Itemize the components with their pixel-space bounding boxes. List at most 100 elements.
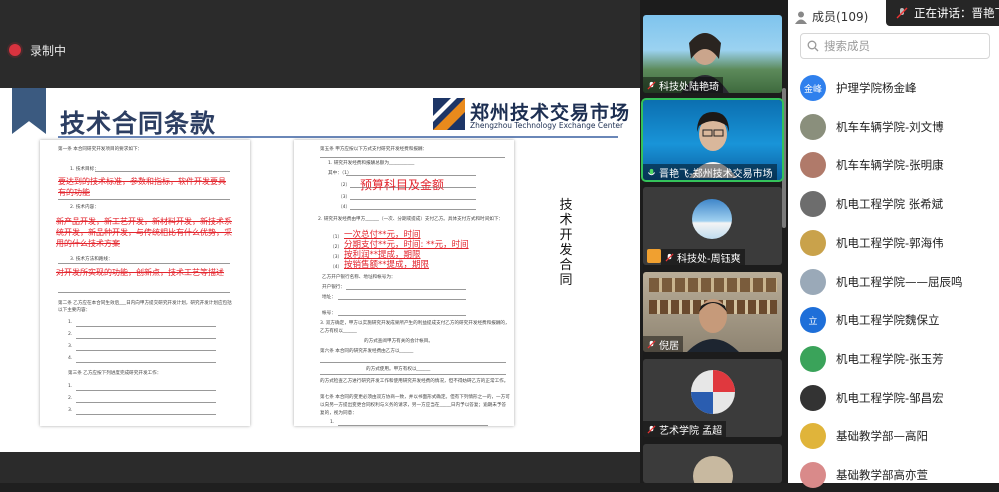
slide-bookmark-icon xyxy=(12,88,46,134)
mic-muted-icon xyxy=(896,7,908,19)
video-participant-name: 科技处陆艳琦 xyxy=(659,81,719,93)
doc-line: 3. 双方确定，甲方以实施研究开发成果所产生的利益提成支付乙方的研究开发经费和报… xyxy=(320,321,510,334)
bookshelf-background xyxy=(649,278,777,292)
member-row[interactable]: 金峰 护理学院杨金峰 xyxy=(800,71,995,105)
video-participant-name: 科技处-周钰爽 xyxy=(677,253,741,265)
video-tile-label: 艺术学院 孟超 xyxy=(643,421,727,437)
doc-line: 开户银行： xyxy=(322,285,345,290)
doc-heading: 第一条 本合同研究开发项目的要求如下： xyxy=(58,147,143,152)
doc-heading: 第五条 甲方应按以下方式支付研究开发经费和报酬： xyxy=(320,147,428,152)
participant-avatar xyxy=(692,199,732,239)
doc-line: 的方式使用。甲方有权以______ xyxy=(366,367,431,372)
member-row[interactable]: 机电工程学院 张希斌 xyxy=(800,187,995,221)
participant-avatar xyxy=(693,456,733,483)
mic-active-icon xyxy=(647,168,656,175)
video-scrollbar[interactable] xyxy=(782,88,786,228)
member-name: 机电工程学院魏保立 xyxy=(836,313,940,328)
member-row[interactable]: 机电工程学院-郭海伟 xyxy=(800,226,995,260)
person-icon xyxy=(795,11,807,24)
doc-line: 2. 研究开发经费由甲方______（一次、分期或提成）支付乙方。具体支付方式和… xyxy=(318,217,504,222)
members-header: 成员(109) xyxy=(794,8,868,25)
video-participant-name: 晋艳飞-郑州技术交易市场 xyxy=(659,168,773,180)
member-name: 机电工程学院-郭海伟 xyxy=(836,235,944,250)
doc-line: 的方式检查乙方进行研究开发工作和使用研究开发经费的情况，但不得妨碍乙方的正常工作… xyxy=(320,379,509,384)
contract-page-right: 第五条 甲方应按以下方式支付研究开发经费和报酬： 1. 研究开发经费和报酬总额为… xyxy=(294,140,514,426)
member-avatar xyxy=(800,384,826,411)
doc-line: 第七条 本合同的变更必须由双方协商一致，并以书面形式确定。但有下列情形之一的，一… xyxy=(320,395,510,416)
member-row[interactable]: 机车车辆学院-刘文博 xyxy=(800,110,995,144)
participant-video-icon xyxy=(687,299,739,352)
member-name: 机车车辆学院-张明康 xyxy=(836,158,944,173)
video-tile-active-speaker[interactable]: 晋艳飞-郑州技术交易市场 xyxy=(641,98,784,182)
member-row[interactable]: 机电工程学院-邹昌宏 xyxy=(800,381,995,415)
doc-line: 乙方开户银行名称、地址和帐号为： xyxy=(322,275,396,280)
member-row[interactable]: 基础教学部高亦萱 xyxy=(800,458,995,492)
doc-line: 地址： xyxy=(322,295,336,300)
member-avatar xyxy=(800,113,826,140)
video-tile[interactable]: 艺术学院 孟超 xyxy=(643,359,782,437)
member-row[interactable]: 立机电工程学院魏保立 xyxy=(800,303,995,337)
member-avatar xyxy=(800,229,826,256)
slide-side-caption: 技术开发合同 xyxy=(559,198,573,288)
participant-avatar xyxy=(691,370,735,414)
member-row[interactable]: 机车车辆学院-张明康 xyxy=(800,148,995,182)
mic-muted-icon xyxy=(647,339,656,349)
mic-muted-icon xyxy=(665,252,674,262)
payment-option: 按销售额**提成，期限 xyxy=(344,260,430,270)
member-avatar xyxy=(800,268,826,295)
member-name: 护理学院杨金峰 xyxy=(836,81,917,95)
doc-item: 3. 技术方法和路线： xyxy=(70,257,113,262)
logo-english-name: Zhengzhou Technology Exchange Center xyxy=(470,121,624,130)
member-avatar: 金峰 xyxy=(800,75,826,101)
member-name: 机电工程学院-张玉芳 xyxy=(836,351,944,366)
zhengzhou-exchange-logo-icon xyxy=(433,98,465,130)
member-row[interactable]: 机电工程学院-张玉芳 xyxy=(800,342,995,376)
doc-item: 2. 技术内容： xyxy=(70,205,99,210)
doc-paragraph: 第三条 乙方应按下列进度完成研究开发工作： xyxy=(68,371,162,376)
speaking-indicator: 正在讲话：晋艳飞 xyxy=(886,0,999,26)
member-name: 机电工程学院-邹昌宏 xyxy=(836,390,944,405)
annotation-note: 对开发所实现的功能，创新点，技术工艺等描述 xyxy=(56,268,224,277)
video-tile[interactable]: 科技处-周钰爽 xyxy=(643,187,782,265)
video-participant-name: 倪居 xyxy=(659,340,679,352)
slide-title-divider xyxy=(58,136,618,138)
member-row[interactable]: 机电工程学院——屈辰鸣 xyxy=(800,265,995,299)
members-count-title: 成员(109) xyxy=(812,10,869,24)
doc-paragraph: 第二条 乙方应在本合同生效后___日内向甲方提交研究开发计划，研究开发计划应包括… xyxy=(58,301,232,313)
video-tile-label: 科技处-周钰爽 xyxy=(661,249,745,265)
member-row[interactable]: 基础教学部—高阳 xyxy=(800,419,995,453)
doc-line: 的方式查阅甲方有关的会计帐目。 xyxy=(364,339,433,344)
member-avatar xyxy=(800,152,826,179)
recording-bar: 录制中 xyxy=(0,0,640,88)
recording-label: 录制中 xyxy=(30,44,67,58)
annotation-note: 预算科目及金额 xyxy=(360,178,445,192)
doc-line: 帐号： xyxy=(322,311,336,316)
member-name: 基础教学部高亦萱 xyxy=(836,468,928,482)
video-participant-name: 艺术学院 孟超 xyxy=(659,425,723,437)
presentation-slide: 技术合同条款 郑州技术交易市场 Zhengzhou Technology Exc… xyxy=(0,88,640,452)
member-avatar xyxy=(800,345,826,372)
video-tile-label: 晋艳飞-郑州技术交易市场 xyxy=(643,164,777,180)
search-icon xyxy=(807,40,819,52)
member-avatar xyxy=(800,191,826,218)
search-placeholder: 搜索成员 xyxy=(824,39,870,53)
video-tile-label: 科技处陆艳琦 xyxy=(643,77,723,93)
video-tile-label: 倪居 xyxy=(643,336,683,352)
member-name: 机电工程学院——屈辰鸣 xyxy=(836,274,963,289)
recording-indicator-icon xyxy=(9,44,21,56)
mic-muted-icon xyxy=(647,80,656,90)
member-name: 基础教学部—高阳 xyxy=(836,429,928,444)
member-name: 机电工程学院 张希斌 xyxy=(836,197,944,212)
video-tile[interactable]: 科技处陆艳琦 xyxy=(643,15,782,93)
mic-muted-icon xyxy=(647,424,656,434)
shared-screen-footer xyxy=(0,452,640,483)
member-name: 机车车辆学院-刘文博 xyxy=(836,119,944,134)
video-tile[interactable] xyxy=(643,444,782,483)
member-avatar: 立 xyxy=(800,307,826,334)
member-avatar xyxy=(800,462,826,488)
member-search-input[interactable]: 搜索成员 xyxy=(800,33,990,59)
video-tile[interactable]: 倪居 xyxy=(643,272,782,352)
slide-title: 技术合同条款 xyxy=(60,109,217,138)
speaking-text: 正在讲话：晋艳飞 xyxy=(914,6,999,20)
contract-page-left: 第一条 本合同研究开发项目的要求如下： 1. 技术目标： 要达到的技术标准，参数… xyxy=(40,140,250,426)
